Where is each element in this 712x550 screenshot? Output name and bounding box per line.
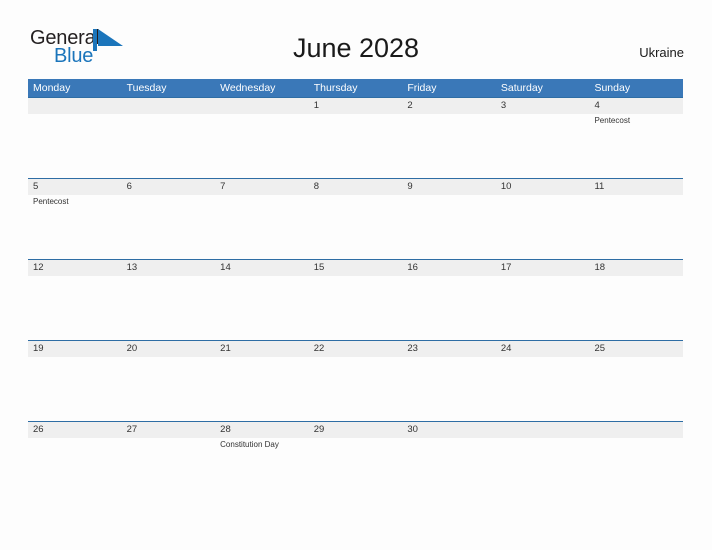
day-number: 15 [313, 262, 325, 273]
weekday-header-saturday: Saturday [500, 82, 543, 94]
weekday-header-thursday: Thursday [313, 82, 358, 94]
day-cell[interactable] [215, 98, 309, 178]
day-number: 2 [407, 100, 413, 111]
day-number: 30 [407, 424, 418, 435]
day-number: 5 [33, 181, 39, 192]
calendar-week-row: 26 27 28 Constitution Day 29 30 [28, 421, 683, 502]
day-cell[interactable] [589, 422, 683, 502]
day-number [594, 422, 683, 438]
page-header: General Blue June 2028 Ukraine [0, 0, 712, 66]
day-cell[interactable]: 26 [28, 422, 122, 502]
day-cell[interactable]: 15 [309, 260, 403, 340]
day-number: 20 [126, 343, 138, 354]
day-cell[interactable]: 9 [402, 179, 496, 259]
day-number: 25 [594, 343, 606, 354]
calendar-grid: Monday Tuesday Wednesday Thursday Friday… [28, 79, 683, 502]
calendar-week-row: 12 13 14 15 16 17 18 [28, 259, 683, 340]
day-number: 22 [313, 343, 325, 354]
day-cell[interactable]: 20 [122, 341, 216, 421]
day-number: 13 [126, 262, 138, 273]
day-number [501, 422, 590, 438]
day-cell[interactable]: 19 [28, 341, 122, 421]
page-title: June 2028 [292, 33, 420, 63]
day-cell[interactable]: 18 [589, 260, 683, 340]
day-cell[interactable]: 5 Pentecost [28, 179, 122, 259]
weekday-header-friday: Friday [407, 82, 437, 94]
day-cell[interactable]: 30 [402, 422, 496, 502]
day-number: 24 [500, 343, 512, 354]
day-number: 21 [220, 343, 231, 354]
day-cell[interactable]: 12 [28, 260, 122, 340]
day-number [127, 98, 216, 114]
day-number: 12 [33, 262, 44, 273]
day-cell[interactable]: 8 [309, 179, 403, 259]
day-cell[interactable]: 14 [215, 260, 309, 340]
day-cell[interactable]: 21 [215, 341, 309, 421]
day-cell[interactable]: 2 [402, 98, 496, 178]
day-number: 8 [313, 181, 320, 192]
calendar-week-row: 5 Pentecost 6 7 8 9 10 11 [28, 178, 683, 259]
weekday-header-tuesday: Tuesday [126, 82, 167, 94]
day-number: 29 [313, 424, 325, 435]
weekday-header-sunday: Sunday [594, 82, 631, 94]
day-number: 23 [407, 343, 418, 354]
weekday-header-row: Monday Tuesday Wednesday Thursday Friday… [28, 79, 683, 97]
day-cell[interactable]: 24 [496, 341, 590, 421]
day-cell[interactable] [122, 98, 216, 178]
day-number: 11 [594, 181, 605, 192]
day-cell[interactable]: 23 [402, 341, 496, 421]
day-number: 10 [500, 181, 512, 192]
day-cell[interactable]: 17 [496, 260, 590, 340]
day-number: 16 [407, 262, 418, 273]
day-number: 26 [33, 424, 44, 435]
region-label: Ukraine [639, 45, 684, 60]
day-number: 9 [407, 181, 413, 192]
day-number [220, 98, 309, 114]
day-cell[interactable]: 28 Constitution Day [215, 422, 309, 502]
day-cell[interactable]: 22 [309, 341, 403, 421]
day-number [33, 98, 122, 114]
day-cell[interactable] [496, 422, 590, 502]
day-event: Constitution Day [220, 440, 279, 449]
day-cell[interactable]: 16 [402, 260, 496, 340]
day-number: 3 [500, 100, 507, 111]
day-number: 17 [500, 262, 512, 273]
day-number: 7 [220, 181, 226, 192]
day-cell[interactable]: 11 [589, 179, 683, 259]
day-cell[interactable]: 10 [496, 179, 590, 259]
calendar-week-row: 19 20 21 22 23 24 25 [28, 340, 683, 421]
day-event: Pentecost [594, 116, 631, 125]
day-number: 1 [313, 100, 320, 111]
day-number: 4 [594, 100, 600, 111]
day-number: 14 [220, 262, 231, 273]
day-cell[interactable]: 6 [122, 179, 216, 259]
day-number: 27 [126, 424, 138, 435]
day-cell[interactable]: 29 [309, 422, 403, 502]
day-number: 28 [220, 424, 231, 435]
day-cell[interactable]: 3 [496, 98, 590, 178]
day-cell[interactable]: 4 Pentecost [589, 98, 683, 178]
day-cell[interactable]: 27 [122, 422, 216, 502]
weekday-header-wednesday: Wednesday [220, 82, 276, 94]
calendar-week-row: 1 2 3 4 Pentecost [28, 97, 683, 178]
day-cell[interactable]: 7 [215, 179, 309, 259]
day-cell[interactable] [28, 98, 122, 178]
day-event: Pentecost [33, 197, 69, 206]
day-cell[interactable]: 1 [309, 98, 403, 178]
day-cell[interactable]: 13 [122, 260, 216, 340]
day-number: 19 [33, 343, 44, 354]
day-number: 18 [594, 262, 606, 273]
weekday-header-monday: Monday [33, 82, 71, 94]
day-cell[interactable]: 25 [589, 341, 683, 421]
day-number: 6 [126, 181, 132, 192]
